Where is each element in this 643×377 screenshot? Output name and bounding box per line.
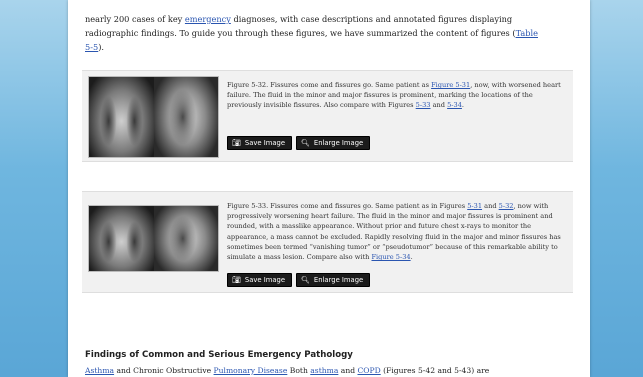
link-5-32[interactable]: 5-32 bbox=[499, 202, 514, 210]
link-pulmonary-disease[interactable]: Pulmonary Disease bbox=[214, 366, 288, 375]
figure-5-32-caption: Figure 5-32. Fissures come and fissures … bbox=[227, 80, 562, 111]
caption-text: . bbox=[461, 101, 465, 110]
figure-5-32-box: Figure 5-32. Fissures come and fissures … bbox=[82, 70, 573, 162]
link-emergency[interactable]: emergency bbox=[185, 14, 231, 24]
link-copd[interactable]: COPD bbox=[357, 366, 380, 375]
save-image-button[interactable]: 📷︎ Save Image bbox=[227, 136, 293, 150]
save-icon: 📷︎ bbox=[232, 138, 241, 147]
section-heading: Findings of Common and Serious Emergency… bbox=[85, 350, 353, 360]
caption-text: Figure 5-33. Fissures come and fissures … bbox=[227, 202, 468, 210]
figure-5-33-box: Figure 5-33. Fissures come and fissures … bbox=[82, 191, 573, 293]
link-table[interactable]: Table bbox=[516, 28, 538, 38]
save-icon: 📷︎ bbox=[232, 275, 241, 284]
caption-text: Figure 5-32. Fissures come and fissures … bbox=[227, 81, 432, 89]
figure-5-33-caption: Figure 5-33. Fissures come and fissures … bbox=[227, 201, 565, 262]
xray-lateral-image bbox=[153, 77, 218, 157]
link-asthma[interactable]: Asthma bbox=[85, 366, 114, 375]
caption-text: and bbox=[430, 101, 448, 110]
figure-5-33-buttons: 📷︎ Save Image 🔍︎ Enlarge Image bbox=[227, 273, 371, 287]
intro-text: nearly 200 cases of key bbox=[85, 14, 185, 24]
save-image-button[interactable]: 📷︎ Save Image bbox=[227, 273, 293, 287]
figure-5-32-thumbnail[interactable] bbox=[88, 76, 219, 158]
intro-paragraph: nearly 200 cases of key emergency diagno… bbox=[85, 12, 585, 54]
enlarge-image-label: Enlarge Image bbox=[313, 139, 364, 147]
link-table-5-5[interactable]: 5-5 bbox=[85, 42, 98, 52]
section-text: and bbox=[338, 366, 358, 375]
book-page: nearly 200 cases of key emergency diagno… bbox=[68, 0, 590, 377]
link-figure-5-31[interactable]: Figure 5-31 bbox=[431, 81, 470, 89]
caption-text: . bbox=[410, 253, 413, 262]
enlarge-image-label: Enlarge Image bbox=[313, 276, 364, 284]
save-image-label: Save Image bbox=[244, 276, 286, 284]
xray-lateral-image bbox=[153, 206, 218, 271]
section-text: (Figures 5-42 and 5-43) are bbox=[380, 366, 490, 375]
magnifier-icon: 🔍︎ bbox=[301, 275, 310, 284]
figure-5-32-buttons: 📷︎ Save Image 🔍︎ Enlarge Image bbox=[227, 136, 371, 150]
link-5-31[interactable]: 5-31 bbox=[467, 202, 482, 210]
enlarge-image-button[interactable]: 🔍︎ Enlarge Image bbox=[296, 136, 371, 150]
link-figure-5-34[interactable]: Figure 5-34 bbox=[371, 253, 410, 261]
intro-text: ). bbox=[98, 42, 104, 52]
link-5-34[interactable]: 5-34 bbox=[447, 101, 462, 109]
xray-frontal-image bbox=[89, 77, 154, 157]
section-text: and Chronic Obstructive bbox=[114, 366, 214, 375]
save-image-label: Save Image bbox=[244, 139, 286, 147]
intro-text: diagnoses, with case descriptions and an… bbox=[230, 14, 513, 24]
section-paragraph: Asthma and Chronic Obstructive Pulmonary… bbox=[85, 366, 590, 375]
link-5-33[interactable]: 5-33 bbox=[416, 101, 431, 109]
enlarge-image-button[interactable]: 🔍︎ Enlarge Image bbox=[296, 273, 371, 287]
caption-text: and bbox=[482, 202, 499, 210]
link-asthma-2[interactable]: asthma bbox=[310, 366, 338, 375]
xray-frontal-image bbox=[89, 206, 154, 271]
figure-5-33-thumbnail[interactable] bbox=[88, 205, 219, 272]
magnifier-icon: 🔍︎ bbox=[301, 138, 310, 147]
intro-text: radiographic findings. To guide you thro… bbox=[85, 28, 516, 38]
section-text: Both bbox=[287, 366, 311, 375]
